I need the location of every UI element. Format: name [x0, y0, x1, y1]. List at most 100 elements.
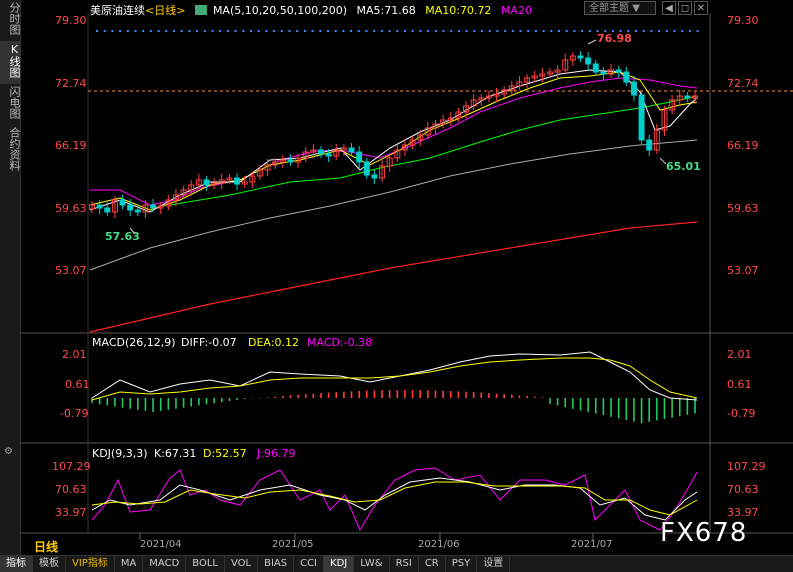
- tab-macd[interactable]: MACD: [143, 556, 187, 572]
- macd-diff: DIFF:-0.07: [181, 336, 237, 349]
- macd-bar: [648, 398, 651, 422]
- event-marker: [319, 30, 322, 32]
- period-label[interactable]: 日线: [34, 538, 58, 555]
- candle: [440, 119, 447, 125]
- event-marker: [581, 30, 584, 32]
- macd-bar: [144, 398, 147, 411]
- tab-boll[interactable]: BOLL: [186, 556, 225, 572]
- event-marker: [635, 30, 637, 32]
- event-marker: [665, 30, 668, 32]
- low-price-label: 65.01: [666, 160, 701, 173]
- kdj-d-line: [91, 481, 698, 516]
- candle: [485, 95, 492, 99]
- sidebar: 分时图 K线图 闪电图 合约资料 ⚙: [0, 0, 21, 555]
- macd-bar: [404, 390, 406, 398]
- kdj-title: KDJ(9,3,3): [92, 447, 148, 460]
- event-marker: [604, 30, 607, 32]
- price-axis-label: 66.19: [727, 139, 759, 152]
- macd-axis-label: 0.61: [727, 378, 752, 391]
- period-selector[interactable]: <日线>: [145, 4, 185, 17]
- tab-indicators[interactable]: 指标: [0, 556, 33, 572]
- minimize-button[interactable]: ◀: [662, 1, 676, 15]
- macd-bar: [495, 393, 498, 398]
- candle: [142, 204, 149, 213]
- date-label: 2021/04: [140, 539, 182, 550]
- event-marker: [611, 30, 614, 32]
- tab-lwr[interactable]: LW&: [354, 556, 390, 572]
- event-marker: [511, 30, 514, 32]
- candle: [111, 199, 118, 213]
- candle: [279, 159, 286, 163]
- sidebar-item-flash[interactable]: 闪电图: [0, 84, 21, 125]
- event-marker: [404, 30, 406, 32]
- candle: [371, 174, 378, 179]
- indicator-tabbar: 指标 模板 VIP指标 MA MACD BOLL VOL BIAS CCI KD…: [0, 555, 793, 572]
- ma50-line: [169, 95, 698, 206]
- candle: [447, 117, 454, 121]
- tab-settings[interactable]: 设置: [477, 556, 511, 572]
- sidebar-item-kline[interactable]: K线图: [0, 41, 21, 84]
- candle: [264, 164, 271, 171]
- tab-bias[interactable]: BIAS: [258, 556, 295, 572]
- event-marker: [288, 30, 291, 32]
- macd-bar: [114, 398, 116, 407]
- macd-bar: [243, 398, 246, 399]
- ma5-line: [89, 69, 698, 213]
- event-marker: [357, 30, 360, 32]
- event-marker: [488, 30, 491, 32]
- ma10-value: MA10:70.72: [425, 4, 492, 17]
- candle: [569, 55, 576, 61]
- tab-vol[interactable]: VOL: [225, 556, 259, 572]
- candle: [653, 129, 660, 151]
- event-marker: [496, 30, 499, 32]
- event-marker: [457, 30, 460, 32]
- candle: [302, 151, 309, 159]
- kdj-axis-label: 33.97: [55, 506, 87, 519]
- macd-bar: [419, 390, 422, 398]
- candle: [546, 71, 553, 75]
- close-button[interactable]: ✕: [694, 1, 708, 15]
- sidebar-item-timeshare[interactable]: 分时图: [0, 0, 21, 41]
- kdj-axis-label: 107.29: [52, 460, 91, 473]
- sidebar-item-contract-info[interactable]: 合约资料: [0, 125, 21, 177]
- tab-psy[interactable]: PSY: [446, 556, 478, 572]
- macd-bar: [610, 398, 612, 417]
- candle: [234, 177, 241, 185]
- tab-ma[interactable]: MA: [115, 556, 144, 572]
- candle: [340, 147, 347, 151]
- candle: [608, 69, 615, 75]
- event-marker: [149, 30, 152, 32]
- tab-cr[interactable]: CR: [419, 556, 446, 572]
- macd-bar: [236, 398, 238, 400]
- event-marker: [411, 30, 414, 32]
- ma-icon[interactable]: [194, 5, 207, 15]
- macd-bar: [480, 392, 483, 398]
- candle: [501, 89, 508, 95]
- macd-bar: [228, 398, 231, 401]
- candle: [615, 69, 622, 73]
- tab-vip-indicators[interactable]: VIP指标: [66, 556, 115, 572]
- tab-kdj[interactable]: KDJ: [324, 556, 355, 572]
- candle: [295, 157, 302, 163]
- tab-rsi[interactable]: RSI: [390, 556, 419, 572]
- candle: [692, 95, 698, 99]
- event-marker: [226, 30, 229, 32]
- event-marker: [142, 30, 145, 32]
- event-marker: [450, 30, 453, 32]
- theme-select[interactable]: 全部主题 ▼: [584, 1, 656, 15]
- candle: [356, 151, 363, 163]
- tab-cci[interactable]: CCI: [294, 556, 325, 572]
- macd-bar: [129, 398, 131, 409]
- macd-bar: [694, 398, 696, 414]
- candle: [348, 147, 355, 153]
- settings-icon[interactable]: ⚙: [4, 446, 13, 457]
- event-marker: [111, 30, 114, 32]
- candle: [104, 207, 111, 213]
- event-marker: [342, 30, 345, 32]
- price-axis-label: 72.74: [55, 77, 87, 90]
- macd-bar: [304, 394, 307, 398]
- restore-button[interactable]: ◻: [678, 1, 692, 15]
- candle: [325, 153, 332, 157]
- tab-template[interactable]: 模板: [33, 556, 66, 572]
- macd-bar: [220, 398, 223, 403]
